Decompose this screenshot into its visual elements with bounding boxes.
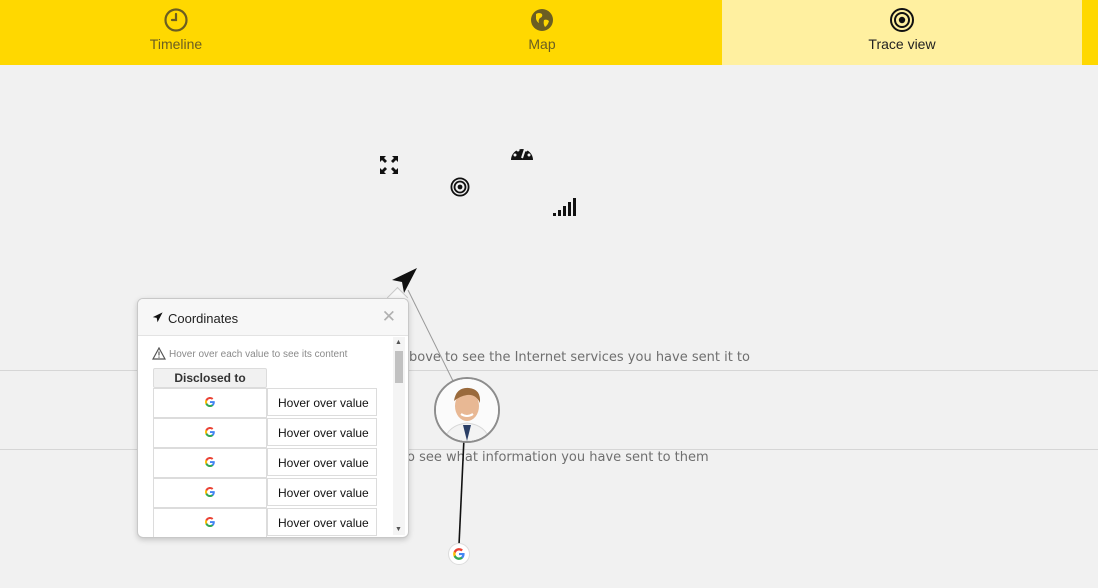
avatar-portrait (436, 379, 498, 441)
service-cell (153, 448, 267, 478)
google-node-icon (453, 548, 465, 560)
scroll-up-arrow-icon[interactable]: ▲ (395, 339, 402, 346)
coordinates-popup: Coordinates ✕ Hover over each value to s… (137, 298, 409, 538)
disclosure-table: Hover over value Hover over value Hover … (153, 388, 379, 537)
user-avatar[interactable] (434, 377, 500, 443)
service-cell (153, 508, 267, 537)
hover-value-cell[interactable]: Hover over value (267, 448, 377, 476)
google-icon (205, 517, 215, 527)
popup-scrollbar[interactable]: ▲ ▼ (393, 337, 405, 535)
warning-text: Hover over each value to see its content (169, 349, 348, 360)
warning-icon (151, 346, 167, 360)
hover-value-cell[interactable]: Hover over value (267, 478, 377, 506)
hover-value-cell[interactable]: Hover over value (267, 418, 377, 446)
google-icon (205, 427, 215, 437)
expand-arrows-icon[interactable] (378, 154, 400, 176)
table-row: Hover over value (153, 478, 379, 508)
google-icon (205, 487, 215, 497)
scroll-thumb[interactable] (395, 351, 403, 383)
hover-value-cell[interactable]: Hover over value (267, 388, 377, 416)
dashboard-gauge-icon[interactable] (510, 142, 534, 164)
google-node[interactable] (448, 543, 470, 565)
hover-value-cell[interactable]: Hover over value (267, 508, 377, 536)
google-icon (205, 397, 215, 407)
service-cell (153, 388, 267, 418)
service-cell (153, 418, 267, 448)
table-row: Hover over value (153, 388, 379, 418)
location-arrow-icon (152, 312, 163, 323)
table-row: Hover over value (153, 418, 379, 448)
signal-bars-icon[interactable] (552, 197, 576, 217)
table-row: Hover over value (153, 448, 379, 478)
popup-title: Coordinates (168, 311, 239, 326)
popup-header: Coordinates ✕ (138, 299, 408, 336)
close-icon[interactable]: ✕ (382, 307, 396, 327)
google-icon (205, 457, 215, 467)
scroll-down-arrow-icon[interactable]: ▼ (395, 526, 402, 533)
target-icon[interactable] (450, 177, 470, 197)
warning-note: Hover over each value to see its content (151, 346, 348, 360)
table-row: Hover over value (153, 508, 379, 537)
disclosed-to-header: Disclosed to (153, 368, 267, 388)
service-cell (153, 478, 267, 508)
